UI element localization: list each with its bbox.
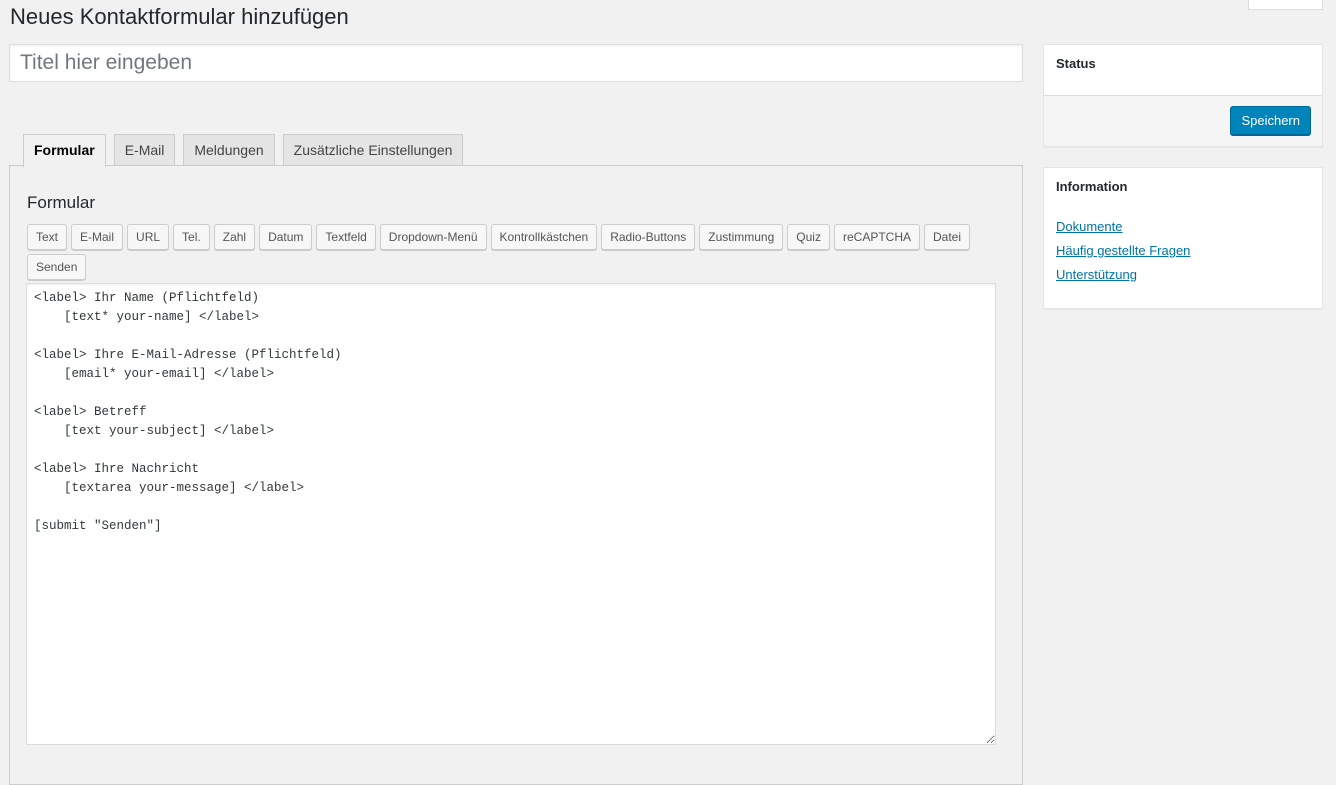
information-box-title: Information <box>1056 179 1128 194</box>
tag-button-text[interactable]: Text <box>27 224 68 250</box>
status-box-title: Status <box>1056 56 1096 71</box>
tag-button-email[interactable]: E-Mail <box>71 224 124 250</box>
information-box: Information Dokumente Häufig gestellte F… <box>1043 167 1323 309</box>
tag-button-dropdown-menue[interactable]: Dropdown-Menü <box>379 224 487 250</box>
tag-button-datum[interactable]: Datum <box>259 224 313 250</box>
form-panel: Formular Text E-Mail URL Tel. Zahl Datum… <box>9 165 1023 785</box>
status-box: Status Speichern <box>1043 44 1323 147</box>
information-links: Dokumente Häufig gestellte Fragen Unters… <box>1044 218 1202 290</box>
tag-button-senden[interactable]: Senden <box>27 254 87 280</box>
tab-email[interactable]: E-Mail <box>113 134 176 166</box>
title-input[interactable] <box>9 44 1023 82</box>
help-tab-button[interactable]: Hilfe <box>1248 0 1323 10</box>
tab-zusaetzliche-einstellungen[interactable]: Zusätzliche Einstellungen <box>282 134 464 166</box>
list-item: Häufig gestellte Fragen <box>1056 242 1190 261</box>
tab-meldungen[interactable]: Meldungen <box>183 134 275 166</box>
tag-button-radio-buttons[interactable]: Radio-Buttons <box>601 224 696 250</box>
tag-button-datei[interactable]: Datei <box>924 224 971 250</box>
panel-heading: Formular <box>27 193 96 212</box>
link-dokumente[interactable]: Dokumente <box>1056 219 1122 234</box>
page-title: Neues Kontaktformular hinzufügen <box>10 4 349 29</box>
tag-button-url[interactable]: URL <box>127 224 170 250</box>
tab-bar: Formular E-Mail Meldungen Zusätzliche Ei… <box>23 134 464 167</box>
link-unterstuetzung[interactable]: Unterstützung <box>1056 267 1137 282</box>
tag-generator-buttons: Text E-Mail URL Tel. Zahl Datum Textfeld… <box>27 224 987 280</box>
status-actions: Speichern <box>1044 95 1322 146</box>
tab-formular[interactable]: Formular <box>23 134 106 167</box>
tag-button-textfeld[interactable]: Textfeld <box>316 224 376 250</box>
link-haeufig-gestellte-fragen[interactable]: Häufig gestellte Fragen <box>1056 243 1190 258</box>
tag-button-zustimmung[interactable]: Zustimmung <box>699 224 784 250</box>
form-editor-textarea[interactable]: <label> Ihr Name (Pflichtfeld) [text* yo… <box>26 283 996 745</box>
list-item: Dokumente <box>1056 218 1190 237</box>
tag-button-zahl[interactable]: Zahl <box>213 224 256 250</box>
tag-button-recaptcha[interactable]: reCAPTCHA <box>833 224 920 250</box>
list-item: Unterstützung <box>1056 266 1190 285</box>
save-button[interactable]: Speichern <box>1230 106 1311 135</box>
tag-button-kontrollkaestchen[interactable]: Kontrollkästchen <box>490 224 598 250</box>
tag-button-tel[interactable]: Tel. <box>173 224 210 250</box>
tag-button-quiz[interactable]: Quiz <box>787 224 830 250</box>
